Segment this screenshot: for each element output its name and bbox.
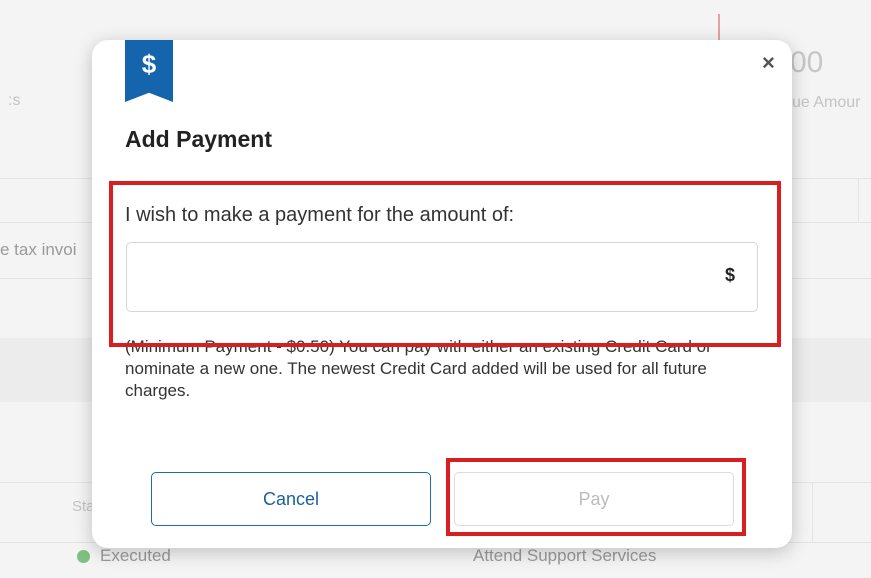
currency-symbol: $ — [724, 265, 735, 285]
background-executed-status: Executed — [100, 546, 171, 565]
dollar-ribbon-icon: $ — [125, 40, 173, 102]
amount-input[interactable] — [137, 253, 701, 301]
background-red-marker — [718, 14, 720, 40]
close-icon[interactable]: × — [762, 52, 775, 74]
background-due-label-fragment: ue Amour — [792, 94, 861, 111]
background-label-fragment: :s — [8, 92, 21, 109]
add-payment-dialog: $ × Add Payment I wish to make a payment… — [92, 40, 792, 548]
amount-field[interactable]: $ — [126, 242, 758, 312]
background-service-name: Attend Support Services — [473, 546, 657, 565]
background-amount-fragment: 00 — [790, 46, 824, 79]
background-divider — [812, 482, 813, 542]
cancel-button[interactable]: Cancel — [151, 472, 431, 526]
background-tax-fragment: e tax invoi — [0, 240, 77, 259]
payment-info-text: (Minimum Payment - $0.50) You can pay wi… — [125, 336, 765, 402]
dollar-icon: $ — [141, 49, 157, 79]
pay-button[interactable]: Pay — [454, 472, 734, 526]
amount-prompt: I wish to make a payment for the amount … — [125, 204, 515, 226]
dialog-title: Add Payment — [125, 126, 272, 152]
status-dot-icon — [77, 550, 90, 563]
minimum-payment-text: (Minimum Payment - $0.50) You can pay wi… — [125, 337, 651, 356]
background-divider — [858, 178, 859, 222]
